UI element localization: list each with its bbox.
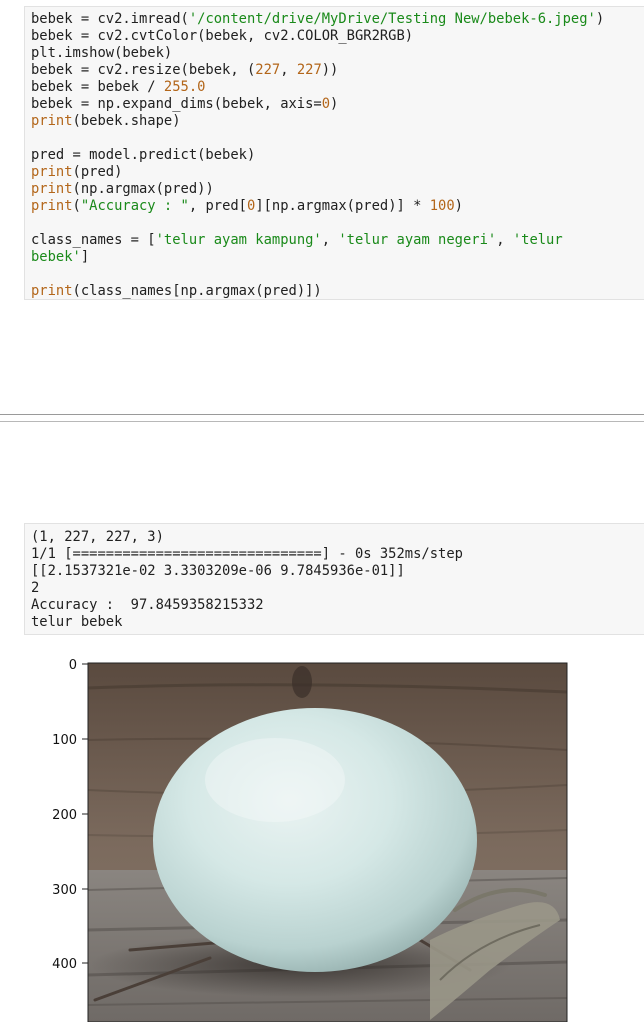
code-token: , — [280, 62, 297, 78]
code-token: ] — [80, 249, 90, 265]
code-token: (np.argmax(pred)) — [72, 181, 214, 197]
code-token: print — [31, 283, 73, 299]
code-token: , — [496, 232, 513, 248]
y-tick-label: 0 — [69, 658, 77, 673]
code-token: (bebek.shape) — [72, 113, 181, 129]
code-token: bebek = np.expand_dims(bebek, axis= — [31, 96, 322, 112]
code-token: (pred) — [72, 164, 123, 180]
code-line: bebek = bebek / 255.0 — [31, 79, 205, 95]
code-line: pred = model.predict(bebek) — [31, 147, 255, 163]
code-line: bebek = np.expand_dims(bebek, axis=0) — [31, 96, 338, 112]
code-token: ) — [454, 198, 463, 214]
code-token: bebek = cv2.cvtColor(bebek, cv2.COLOR_BG… — [31, 28, 414, 44]
y-tick-label: 400 — [52, 957, 77, 972]
code-token: 255.0 — [163, 79, 206, 95]
code-token: , pred[ — [188, 198, 247, 214]
code-token: 0 — [321, 96, 331, 112]
code-cell[interactable]: bebek = cv2.imread('/content/drive/MyDri… — [24, 6, 644, 300]
code-token: print — [31, 113, 73, 129]
code-line: print(class_names[np.argmax(pred)]) — [31, 283, 322, 299]
code-token: print — [31, 181, 73, 197]
code-token: ) — [330, 96, 339, 112]
code-line: print("Accuracy : ", pred[0][np.argmax(p… — [31, 198, 463, 214]
code-token: class_names = [ — [31, 232, 156, 248]
y-axis: 0 100 200 300 400 — [52, 658, 88, 972]
y-tick-label: 300 — [52, 883, 77, 898]
code-line: bebek = cv2.resize(bebek, (227, 227)) — [31, 62, 338, 78]
code-line: print(bebek.shape) — [31, 113, 181, 129]
code-token: '/content/drive/MyDrive/Testing New/bebe… — [188, 11, 596, 27]
output-cell: (1, 227, 227, 3) 1/1 [==================… — [24, 523, 644, 635]
code-token: bebek = cv2.imread( — [31, 11, 189, 27]
output-line-progress: 1/1 [==============================] - 0… — [31, 546, 463, 562]
code-token: print — [31, 198, 73, 214]
code-token: , — [321, 232, 339, 248]
cell-divider-shadow — [0, 421, 644, 422]
output-line-shape: (1, 227, 227, 3) — [31, 529, 164, 545]
output-line-pred: [[2.1537321e-02 3.3303209e-06 9.7845936e… — [31, 563, 405, 579]
code-token: bebek = cv2.resize(bebek, ( — [31, 62, 256, 78]
code-line: class_names = ['telur ayam kampung', 'te… — [31, 232, 563, 248]
y-tick-label: 200 — [52, 808, 77, 823]
code-token: pred = model.predict(bebek) — [31, 147, 256, 163]
code-editor[interactable]: bebek = cv2.imread('/content/drive/MyDri… — [25, 7, 644, 300]
code-token: "Accuracy : " — [80, 198, 189, 214]
code-token: 'telur ayam kampung' — [155, 232, 322, 248]
code-token: 227 — [296, 62, 322, 78]
code-line: print(pred) — [31, 164, 122, 180]
code-token: ( — [72, 198, 81, 214]
output-line-class: telur bebek — [31, 614, 123, 630]
code-line: plt.imshow(bebek) — [31, 45, 172, 61]
code-token: bebek = bebek / — [31, 79, 164, 95]
output-text: (1, 227, 227, 3) 1/1 [==================… — [25, 524, 644, 631]
code-token: 'telur — [512, 232, 563, 248]
code-token: )) — [321, 62, 339, 78]
code-token: ) — [595, 11, 605, 27]
output-line-argmax: 2 — [31, 580, 40, 596]
code-token: print — [31, 164, 73, 180]
y-tick-label: 100 — [52, 733, 77, 748]
code-token: (class_names[np.argmax(pred)]) — [72, 283, 322, 299]
code-line: bebek = cv2.imread('/content/drive/MyDri… — [31, 11, 604, 27]
code-token: ][np.argmax(pred)] * — [255, 198, 430, 214]
code-token: 'telur ayam negeri' — [338, 232, 497, 248]
cell-divider — [0, 414, 644, 415]
code-token: bebek' — [31, 249, 81, 265]
imshow-plot: 0 100 200 300 400 — [52, 658, 568, 1022]
code-line: bebek'] — [31, 249, 89, 265]
code-token: plt.imshow(bebek) — [31, 45, 173, 61]
output-line-accuracy: Accuracy : 97.8459358215332 — [31, 597, 264, 613]
code-line: bebek = cv2.cvtColor(bebek, cv2.COLOR_BG… — [31, 28, 413, 44]
code-token: 227 — [255, 62, 281, 78]
egg-photo — [87, 663, 568, 1022]
code-line: print(np.argmax(pred)) — [31, 181, 214, 197]
code-token: 100 — [429, 198, 455, 214]
